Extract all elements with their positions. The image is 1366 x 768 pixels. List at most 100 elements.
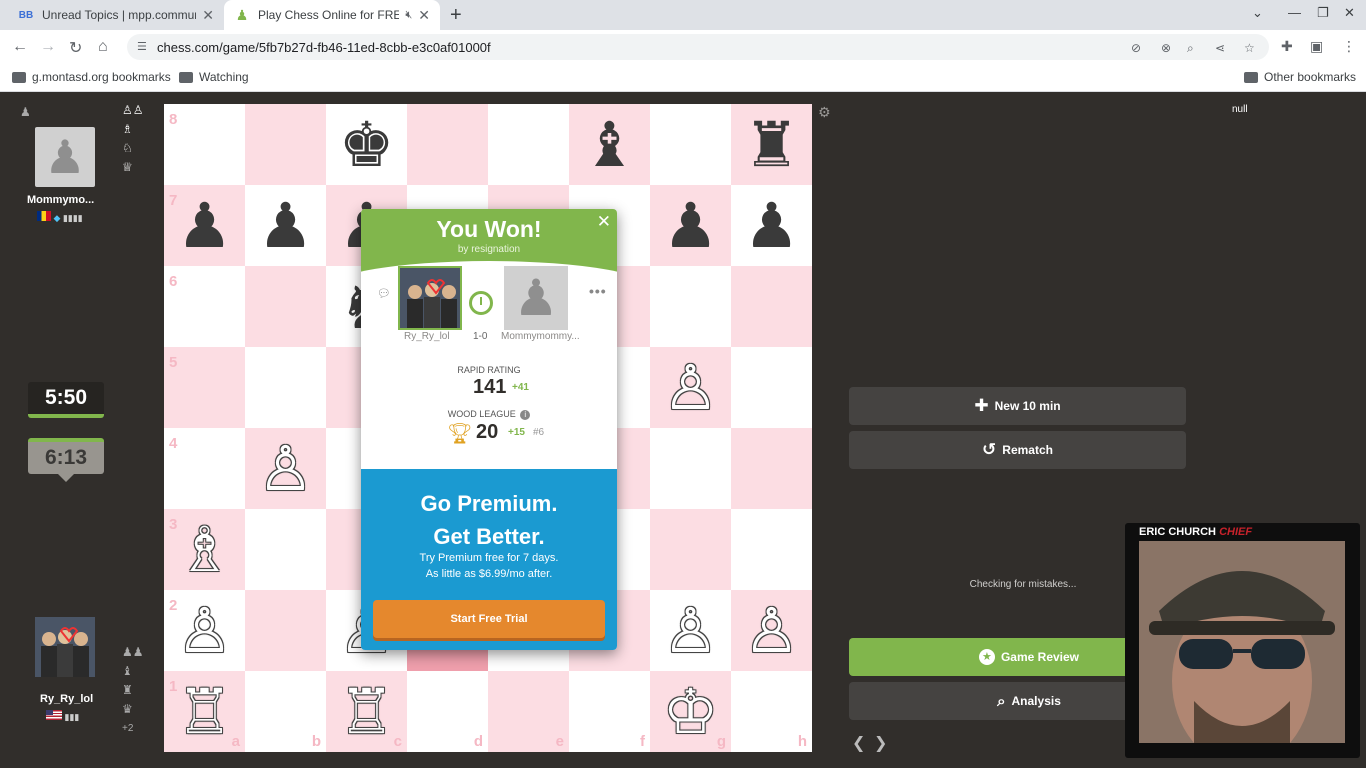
black-rook-icon[interactable]: ♜ bbox=[731, 104, 812, 185]
square-g2[interactable]: ♙ bbox=[650, 590, 731, 671]
zoom-icon[interactable]: ⌕ bbox=[1187, 41, 1194, 56]
album-art-overlay[interactable]: ERIC CHURCH CHIEF bbox=[1125, 523, 1360, 758]
square-h3[interactable] bbox=[731, 509, 812, 590]
tab-chess[interactable]: ♟ Play Chess Online for FREE 🔇︎ ✕ bbox=[224, 0, 440, 30]
tab-search-icon[interactable]: ⌄ bbox=[1252, 5, 1263, 21]
prev-move-icon[interactable]: ❮ bbox=[852, 733, 865, 753]
square-a7[interactable]: 7 ♟ bbox=[164, 185, 245, 266]
menu-icon[interactable]: ⋮ bbox=[1342, 38, 1356, 55]
white-bishop-icon[interactable]: ♗ bbox=[164, 509, 245, 590]
forward-icon[interactable]: → bbox=[40, 38, 56, 56]
opponent-name[interactable]: Mommymo... bbox=[27, 194, 94, 206]
opponent-avatar[interactable]: ♟ bbox=[35, 127, 95, 187]
square-a6[interactable]: 6 bbox=[164, 266, 245, 347]
more-options-icon[interactable]: ••• bbox=[589, 283, 607, 299]
square-g1[interactable]: g ♔ bbox=[650, 671, 731, 752]
new-tab-icon[interactable]: + bbox=[450, 4, 462, 27]
share-icon[interactable]: ⋖ bbox=[1215, 41, 1225, 55]
square-a8[interactable]: 8 bbox=[164, 104, 245, 185]
tab-mpp-community[interactable]: BB Unread Topics | mpp.community ✕ bbox=[8, 0, 224, 30]
rematch-button[interactable]: ↺ Rematch bbox=[849, 431, 1186, 469]
black-pawn-icon[interactable]: ♟ bbox=[245, 185, 326, 266]
white-rook-icon[interactable]: ♖ bbox=[326, 671, 407, 752]
chat-icon[interactable]: 💬︎ bbox=[377, 287, 391, 300]
minimize-icon[interactable]: — bbox=[1288, 5, 1301, 20]
white-pawn-icon[interactable]: ♙ bbox=[650, 590, 731, 671]
square-h1[interactable]: h bbox=[731, 671, 812, 752]
square-b1[interactable]: b bbox=[245, 671, 326, 752]
square-c1[interactable]: c ♖ bbox=[326, 671, 407, 752]
square-d1[interactable]: d bbox=[407, 671, 488, 752]
square-h5[interactable] bbox=[731, 347, 812, 428]
white-pawn-icon[interactable]: ♙ bbox=[650, 347, 731, 428]
address-bar[interactable]: ☰ chess.com/game/5fb7b27d-fb46-11ed-8cbb… bbox=[127, 34, 1269, 60]
white-pawn-icon[interactable]: ♙ bbox=[245, 428, 326, 509]
close-icon[interactable]: ✕ bbox=[597, 212, 611, 232]
square-b4[interactable]: ♙ bbox=[245, 428, 326, 509]
square-a1[interactable]: 1 a ♖ bbox=[164, 671, 245, 752]
side-panel-icon[interactable]: ▣ bbox=[1310, 38, 1323, 55]
back-icon[interactable]: ← bbox=[12, 38, 28, 56]
black-pawn-icon[interactable]: ♟ bbox=[650, 185, 731, 266]
white-pawn-icon[interactable]: ♙ bbox=[164, 590, 245, 671]
maximize-icon[interactable]: ❐ bbox=[1317, 5, 1329, 21]
player-name[interactable]: Ry_Ry_lol bbox=[40, 693, 93, 705]
close-tab-icon[interactable]: ✕ bbox=[418, 7, 430, 24]
white-pawn-icon[interactable]: ♙ bbox=[731, 590, 812, 671]
board-settings-gear-icon[interactable]: ⚙ bbox=[818, 104, 831, 121]
square-h7[interactable]: ♟ bbox=[731, 185, 812, 266]
reload-icon[interactable]: ↻ bbox=[69, 38, 82, 58]
black-king-icon[interactable]: ♚ bbox=[326, 104, 407, 185]
next-move-icon[interactable]: ❯ bbox=[874, 733, 887, 753]
square-f1[interactable]: f bbox=[569, 671, 650, 752]
square-a5[interactable]: 5 bbox=[164, 347, 245, 428]
mute-icon[interactable]: 🔇︎ bbox=[405, 9, 412, 22]
square-e8[interactable] bbox=[488, 104, 569, 185]
square-b6[interactable] bbox=[245, 266, 326, 347]
start-free-trial-button[interactable]: Start Free Trial bbox=[373, 600, 605, 638]
square-g6[interactable] bbox=[650, 266, 731, 347]
close-window-icon[interactable]: ✕ bbox=[1344, 5, 1355, 21]
square-g8[interactable] bbox=[650, 104, 731, 185]
square-g4[interactable] bbox=[650, 428, 731, 509]
square-b7[interactable]: ♟ bbox=[245, 185, 326, 266]
white-rook-icon[interactable]: ♖ bbox=[164, 671, 245, 752]
white-king-icon[interactable]: ♔ bbox=[650, 671, 731, 752]
square-b8[interactable] bbox=[245, 104, 326, 185]
square-f8[interactable]: ♝ bbox=[569, 104, 650, 185]
black-bishop-icon[interactable]: ♝ bbox=[569, 104, 650, 185]
home-icon[interactable]: ⌂ bbox=[98, 38, 108, 56]
notifications-blocked-icon[interactable]: ⊗ bbox=[1161, 41, 1171, 55]
square-h4[interactable] bbox=[731, 428, 812, 509]
square-g3[interactable] bbox=[650, 509, 731, 590]
square-b2[interactable] bbox=[245, 590, 326, 671]
square-d8[interactable] bbox=[407, 104, 488, 185]
bookmark-watching[interactable]: Watching bbox=[179, 70, 249, 84]
square-a4[interactable]: 4 bbox=[164, 428, 245, 509]
blocked-content-icon[interactable]: ⊘ bbox=[1131, 41, 1141, 55]
info-icon[interactable]: i bbox=[520, 409, 531, 420]
square-a3[interactable]: 3 ♗ bbox=[164, 509, 245, 590]
square-b5[interactable] bbox=[245, 347, 326, 428]
player-avatar[interactable] bbox=[35, 617, 95, 677]
close-tab-icon[interactable]: ✕ bbox=[202, 7, 214, 24]
settings-small-icon[interactable]: ♟ bbox=[20, 105, 31, 119]
square-h2[interactable]: ♙ bbox=[731, 590, 812, 671]
band-photo-icon bbox=[400, 268, 460, 328]
square-c8[interactable]: ♚ bbox=[326, 104, 407, 185]
bookmark-montasd[interactable]: g.montasd.org bookmarks bbox=[12, 70, 171, 84]
site-info-icon[interactable]: ☰ bbox=[137, 40, 147, 53]
square-a2[interactable]: 2 ♙ bbox=[164, 590, 245, 671]
other-bookmarks[interactable]: Other bookmarks bbox=[1244, 70, 1356, 84]
black-pawn-icon[interactable]: ♟ bbox=[731, 185, 812, 266]
black-pawn-icon[interactable]: ♟ bbox=[164, 185, 245, 266]
square-b3[interactable] bbox=[245, 509, 326, 590]
square-g5[interactable]: ♙ bbox=[650, 347, 731, 428]
square-h8[interactable]: ♜ bbox=[731, 104, 812, 185]
bookmark-star-icon[interactable]: ☆ bbox=[1244, 41, 1255, 55]
square-g7[interactable]: ♟ bbox=[650, 185, 731, 266]
square-e1[interactable]: e bbox=[488, 671, 569, 752]
extensions-icon[interactable]: ✚ bbox=[1281, 38, 1293, 55]
new-game-button[interactable]: ✚ New 10 min bbox=[849, 387, 1186, 425]
square-h6[interactable] bbox=[731, 266, 812, 347]
